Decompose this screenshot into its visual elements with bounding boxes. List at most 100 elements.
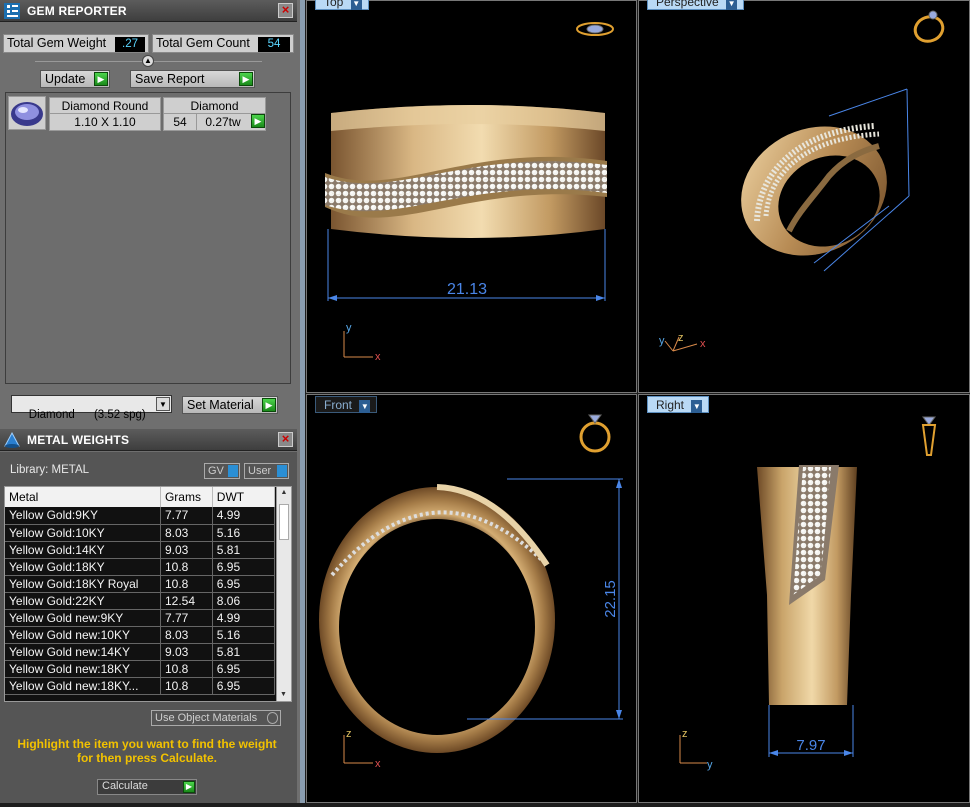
metal-cell[interactable]: Yellow Gold:18KY: [5, 558, 161, 576]
grams-cell[interactable]: 10.8: [160, 558, 213, 576]
right-dim-arrow-left: [769, 750, 778, 756]
set-material-button[interactable]: Set Material ▶: [182, 396, 278, 414]
front-axis-gizmo: z x: [343, 728, 381, 770]
grams-cell[interactable]: 10.8: [160, 575, 213, 593]
table-row[interactable]: Yellow Gold:10KY 8.03 5.16: [5, 524, 276, 542]
user-toggle[interactable]: User: [244, 463, 289, 479]
metal-cell[interactable]: Yellow Gold:18KY Royal: [5, 575, 161, 593]
metal-weights-icon: [4, 431, 20, 448]
grams-cell[interactable]: 7.77: [160, 609, 213, 627]
metal-weights-close-button[interactable]: ×: [278, 432, 293, 447]
grams-cell[interactable]: 7.77: [160, 507, 213, 525]
table-row[interactable]: Yellow Gold new:14KY 9.03 5.81: [5, 643, 276, 661]
gem-row-shape-cell[interactable]: Diamond Round 1.10 X 1.10: [49, 97, 161, 131]
viewport-top[interactable]: 21.13 y x Top ▼: [306, 0, 637, 393]
gem-reporter-close-button[interactable]: ×: [278, 3, 293, 18]
scrollbar-thumb[interactable]: [279, 504, 289, 540]
gem-row-thumbnail[interactable]: [8, 96, 46, 130]
user-label: User: [248, 465, 272, 477]
metal-table-scrollbar[interactable]: ▲ ▼: [276, 487, 291, 701]
material-select[interactable]: Diamond (3.52 spg) ▼: [11, 395, 172, 421]
chevron-down-icon[interactable]: ▼: [156, 397, 170, 411]
viewport-tab-top[interactable]: Top ▼: [315, 0, 369, 10]
table-row[interactable]: Yellow Gold:22KY 12.54 8.06: [5, 592, 276, 610]
top-view-canvas[interactable]: 21.13 y x: [307, 1, 638, 394]
table-row[interactable]: Yellow Gold:18KY Royal 10.8 6.95: [5, 575, 276, 593]
grams-cell[interactable]: 8.03: [160, 626, 213, 644]
grams-cell[interactable]: 12.54: [160, 592, 213, 610]
gv-toggle[interactable]: GV: [204, 463, 240, 479]
front-view-canvas[interactable]: 22.15 z x: [307, 395, 638, 804]
gem-row-count: 54: [164, 114, 197, 130]
table-row[interactable]: Yellow Gold new:10KY 8.03 5.16: [5, 626, 276, 644]
metal-cell[interactable]: Yellow Gold new:18KY...: [5, 677, 161, 695]
right-view-canvas[interactable]: 7.97 z y: [639, 395, 970, 804]
viewport-right[interactable]: 7.97 z y Right ▼: [638, 394, 970, 803]
table-row[interactable]: Yellow Gold:18KY 10.8 6.95: [5, 558, 276, 576]
perspective-view-canvas[interactable]: y z x: [639, 1, 970, 394]
metal-cell[interactable]: Yellow Gold:10KY: [5, 524, 161, 542]
metal-table-header: Metal Grams DWT: [5, 487, 276, 507]
viewport-perspective[interactable]: y z x Perspective ▼: [638, 0, 970, 393]
column-header-dwt[interactable]: DWT: [212, 487, 276, 507]
table-row[interactable]: Yellow Gold new:9KY 7.77 4.99: [5, 609, 276, 627]
collapse-icon[interactable]: ▲: [142, 55, 154, 67]
metal-cell[interactable]: Yellow Gold:9KY: [5, 507, 161, 525]
chevron-down-icon[interactable]: ▼: [359, 400, 371, 413]
chevron-down-icon[interactable]: ▼: [691, 400, 703, 413]
metal-cell[interactable]: Yellow Gold new:9KY: [5, 609, 161, 627]
metal-cell[interactable]: Yellow Gold new:14KY: [5, 643, 161, 661]
grams-cell[interactable]: 8.03: [160, 524, 213, 542]
user-toggle-indicator: [277, 465, 287, 477]
table-row[interactable]: Yellow Gold new:18KY 10.8 6.95: [5, 660, 276, 678]
gem-reporter-titlebar: GEM REPORTER ×: [0, 0, 297, 22]
use-object-materials-button[interactable]: Use Object Materials: [151, 710, 281, 726]
chevron-down-icon[interactable]: ▼: [350, 0, 362, 10]
total-gem-count-field: Total Gem Count 54: [152, 34, 294, 53]
grams-cell[interactable]: 9.03: [160, 541, 213, 559]
grams-cell[interactable]: 10.8: [160, 660, 213, 678]
dwt-cell[interactable]: 5.16: [212, 524, 276, 542]
dwt-cell[interactable]: 6.95: [212, 660, 276, 678]
dwt-cell[interactable]: 6.95: [212, 558, 276, 576]
column-header-grams[interactable]: Grams: [160, 487, 213, 507]
table-row[interactable]: Yellow Gold new:18KY... 10.8 6.95: [5, 677, 276, 695]
dwt-cell[interactable]: 5.16: [212, 626, 276, 644]
metal-cell[interactable]: Yellow Gold:14KY: [5, 541, 161, 559]
save-report-button[interactable]: Save Report ▶: [130, 70, 255, 88]
dwt-cell[interactable]: 6.95: [212, 677, 276, 695]
right-axis-z: z: [682, 728, 688, 740]
front-dim-arrow-top: [616, 479, 622, 488]
chevron-down-icon[interactable]: ▼: [726, 0, 738, 10]
metal-cell[interactable]: Yellow Gold:22KY: [5, 592, 161, 610]
dwt-cell[interactable]: 8.06: [212, 592, 276, 610]
gem-row-go-button[interactable]: ▶: [251, 114, 265, 128]
table-row[interactable]: Yellow Gold:14KY 9.03 5.81: [5, 541, 276, 559]
scroll-up-icon[interactable]: ▲: [277, 487, 291, 499]
dwt-cell[interactable]: 5.81: [212, 643, 276, 661]
calculate-go-icon: ▶: [183, 781, 195, 793]
grams-cell[interactable]: 9.03: [160, 643, 213, 661]
dwt-cell[interactable]: 4.99: [212, 507, 276, 525]
right-axis-y: y: [707, 759, 713, 771]
set-material-go-icon: ▶: [262, 398, 276, 412]
column-header-metal[interactable]: Metal: [5, 487, 161, 507]
dwt-cell[interactable]: 5.81: [212, 541, 276, 559]
panel-splitter[interactable]: [300, 0, 305, 803]
scroll-down-icon[interactable]: ▼: [277, 689, 290, 701]
viewport-tab-front[interactable]: Front ▼: [315, 396, 378, 413]
calculate-button[interactable]: Calculate ▶: [97, 779, 197, 795]
update-button[interactable]: Update ▶: [40, 70, 110, 88]
grams-cell[interactable]: 10.8: [160, 677, 213, 695]
dwt-cell[interactable]: 6.95: [212, 575, 276, 593]
viewport-front[interactable]: 22.15 z x Front ▼: [306, 394, 637, 803]
viewport-tab-perspective-label: Perspective: [656, 0, 719, 9]
table-row[interactable]: Yellow Gold:9KY 7.77 4.99: [5, 507, 276, 525]
viewport-tab-perspective[interactable]: Perspective ▼: [647, 0, 745, 10]
use-object-materials-label: Use Object Materials: [155, 712, 258, 724]
metal-table-body: Yellow Gold:9KY 7.77 4.99 Yellow Gold:10KY 8…: [5, 507, 276, 695]
metal-cell[interactable]: Yellow Gold new:10KY: [5, 626, 161, 644]
viewport-tab-right[interactable]: Right ▼: [647, 396, 710, 413]
dwt-cell[interactable]: 4.99: [212, 609, 276, 627]
metal-cell[interactable]: Yellow Gold new:18KY: [5, 660, 161, 678]
